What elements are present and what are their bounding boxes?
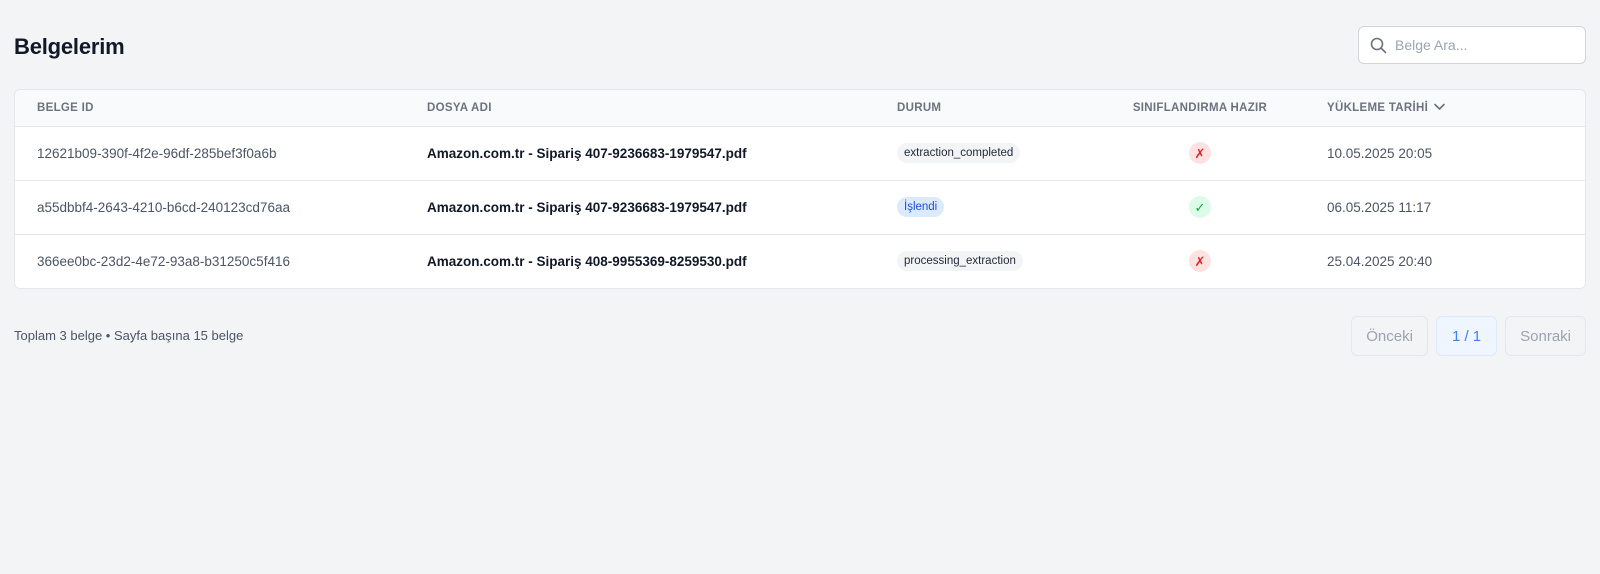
document-id: 12621b09-390f-4f2e-96df-285bef3f0a6b — [37, 145, 277, 161]
previous-page-button[interactable]: Önceki — [1351, 316, 1428, 356]
chevron-down-icon[interactable] — [1434, 102, 1445, 114]
document-name: Amazon.com.tr - Sipariş 407-9236683-1979… — [427, 145, 747, 161]
next-page-button[interactable]: Sonraki — [1505, 316, 1586, 356]
table-header: BELGE ID DOSYA ADI DURUM SINIFLANDIRMA H… — [15, 90, 1585, 127]
status-badge: extraction_completed — [897, 143, 1021, 163]
documents-page: Belgelerim BELGE ID DO — [0, 0, 1600, 574]
document-id: 366ee0bc-23d2-4e72-93a8-b31250c5f416 — [15, 233, 405, 288]
upload-date: 25.04.2025 20:40 — [1305, 233, 1585, 288]
table-body: 12621b09-390f-4f2e-96df-285bef3f0a6b Ama… — [15, 126, 1585, 288]
documents-table: BELGE ID DOSYA ADI DURUM SINIFLANDIRMA H… — [15, 90, 1585, 288]
current-page-indicator[interactable]: 1 / 1 — [1435, 316, 1498, 356]
check-icon: ✓ — [1189, 196, 1211, 218]
status-cell: İşlendi — [875, 179, 1095, 234]
upload-date: 06.05.2025 11:17 — [1305, 179, 1585, 234]
table-footer: Toplam 3 belge • Sayfa başına 15 belge Ö… — [14, 316, 1586, 356]
column-header-ready: SINIFLANDIRMA HAZIR — [1095, 90, 1305, 127]
status-cell: processing_extraction — [875, 233, 1095, 288]
page-header: Belgelerim — [14, 26, 1586, 68]
column-header-status: DURUM — [875, 90, 1095, 127]
status-badge: processing_extraction — [897, 251, 1023, 272]
column-header-id: BELGE ID — [15, 90, 405, 127]
ready-cell: ✗ — [1095, 126, 1305, 180]
search-box[interactable] — [1358, 26, 1586, 64]
search-input[interactable] — [1395, 37, 1575, 53]
table-row[interactable]: 12621b09-390f-4f2e-96df-285bef3f0a6b Ama… — [15, 126, 1585, 180]
document-id: a55dbbf4-2643-4210-b6cd-240123cd76aa — [15, 179, 405, 234]
page-title: Belgelerim — [14, 34, 125, 59]
search-icon — [1369, 36, 1387, 54]
pagination: Önceki 1 / 1 Sonraki — [1351, 316, 1586, 356]
ready-cell: ✓ — [1095, 179, 1305, 234]
cross-icon: ✗ — [1189, 142, 1211, 164]
documents-table-card: BELGE ID DOSYA ADI DURUM SINIFLANDIRMA H… — [14, 89, 1586, 289]
table-row[interactable]: 366ee0bc-23d2-4e72-93a8-b31250c5f416 Ama… — [15, 233, 1585, 288]
ready-cell: ✗ — [1095, 233, 1305, 288]
table-row[interactable]: a55dbbf4-2643-4210-b6cd-240123cd76aa Ama… — [15, 179, 1585, 234]
upload-date: 10.05.2025 20:05 — [1327, 145, 1433, 161]
column-header-date-label: YÜKLEME TARİHİ — [1327, 101, 1429, 114]
pagination-summary: Toplam 3 belge • Sayfa başına 15 belge — [14, 328, 244, 343]
status-badge: İşlendi — [897, 197, 945, 217]
column-header-date[interactable]: YÜKLEME TARİHİ — [1305, 90, 1585, 127]
document-name: Amazon.com.tr - Sipariş 407-9236683-1979… — [405, 179, 875, 234]
status-cell: extraction_completed — [875, 126, 1095, 180]
document-name: Amazon.com.tr - Sipariş 408-9955369-8259… — [405, 233, 875, 288]
column-header-name: DOSYA ADI — [405, 90, 875, 127]
cross-icon: ✗ — [1189, 250, 1211, 273]
